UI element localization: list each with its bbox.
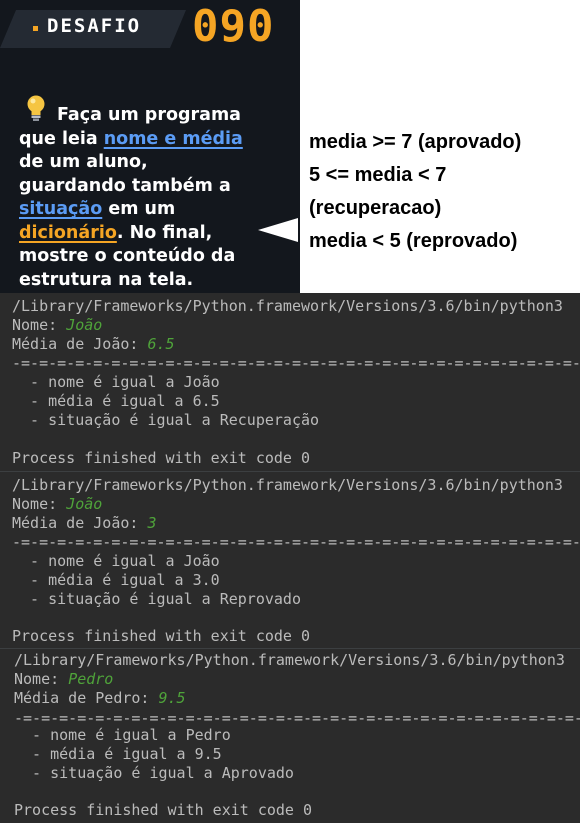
grade-rules: media >= 7 (aprovado) 5 <= media < 7 (re… (309, 126, 521, 258)
name-prompt-line: Nome: Pedro (14, 670, 113, 689)
challenge-card: DESAFIO 090 Faça um programa que leia no… (0, 0, 300, 293)
rule-recovery: 5 <= media < 7 (309, 164, 447, 186)
desc-line-8: estrutura na tela. (19, 269, 194, 290)
interpreter-path: /Library/Frameworks/Python.framework/Ver… (14, 651, 565, 669)
output-name: - nome é igual a João (12, 552, 220, 570)
desc-line-7: mostre o conteúdo da (19, 246, 236, 266)
terminal-output-3: /Library/Frameworks/Python.framework/Ver… (0, 648, 580, 823)
name-input: João (66, 495, 103, 513)
output-grade: - média é igual a 9.5 (14, 745, 222, 763)
highlight-nome-media: nome e média (103, 128, 243, 149)
separator-line: -=-=-=-=-=-=-=-=-=-=-=-=-=-=-=-=-=-=-=-=… (12, 533, 580, 551)
rule-recovery-label: (recuperacao) (309, 197, 442, 219)
desc-line-4: guardando também a (19, 175, 231, 196)
name-prompt: Nome: (12, 495, 67, 513)
separator-line: -=-=-=-=-=-=-=-=-=-=-=-=-=-=-=-=-=-=-=-=… (12, 354, 580, 372)
highlight-dicionario: dicionário (19, 222, 117, 243)
grade-input: 6.5 (147, 335, 175, 353)
grade-prompt-line: Média de João: 6.5 (12, 335, 175, 354)
output-status: - situação é igual a Recuperação (12, 411, 320, 429)
grade-input: 3 (147, 514, 157, 532)
grade-prompt: Média de Pedro: (14, 689, 159, 707)
output-status: - situação é igual a Reprovado (12, 590, 301, 608)
name-input: Pedro (68, 670, 114, 688)
exit-message: Process finished with exit code 0 (12, 449, 311, 467)
highlight-situacao: situação (19, 199, 103, 219)
grade-prompt-line: Média de João: 3 (12, 514, 157, 533)
name-prompt-line: Nome: João (12, 316, 102, 335)
desc-line-5: situação em um (19, 198, 299, 222)
rule-failed: media < 5 (reprovado) (309, 230, 518, 252)
output-name: - nome é igual a João (12, 373, 220, 391)
tag-bullet (33, 26, 38, 31)
name-prompt-line: Nome: João (12, 495, 102, 514)
challenge-tag-label: DESAFIO (47, 15, 142, 37)
interpreter-path: /Library/Frameworks/Python.framework/Ver… (12, 476, 563, 494)
challenge-description: Faça um programa que leia nome e média d… (19, 104, 299, 292)
desc-text: . No final, (116, 222, 213, 243)
desc-line-1: Faça um programa (57, 105, 241, 125)
grade-prompt: Média de João: (12, 514, 148, 532)
grade-prompt: Média de João: (12, 335, 148, 353)
speech-pointer (258, 218, 298, 242)
output-grade: - média é igual a 6.5 (12, 392, 220, 410)
output-status: - situação é igual a Aprovado (14, 764, 294, 782)
desc-line-2: que leia nome e média (19, 128, 299, 152)
desc-line-6: dicionário. No final, (19, 222, 299, 246)
name-input: João (66, 316, 103, 334)
challenge-number: 090 (192, 1, 275, 52)
terminal-output-2: /Library/Frameworks/Python.framework/Ver… (0, 471, 580, 648)
exit-message: Process finished with exit code 0 (14, 801, 313, 819)
exit-message: Process finished with exit code 0 (12, 627, 311, 645)
terminal-output-1: /Library/Frameworks/Python.framework/Ver… (0, 293, 580, 471)
grade-prompt-line: Média de Pedro: 9.5 (14, 689, 186, 708)
interpreter-path: /Library/Frameworks/Python.framework/Ver… (12, 297, 563, 315)
desc-text: que leia (19, 128, 104, 149)
desc-text: em um (102, 199, 176, 219)
output-name: - nome é igual a Pedro (14, 726, 231, 744)
name-prompt: Nome: (14, 670, 69, 688)
rule-approved: media >= 7 (aprovado) (309, 131, 522, 153)
grade-input: 9.5 (158, 689, 186, 707)
output-grade: - média é igual a 3.0 (12, 571, 220, 589)
desc-line-3: de um aluno, (19, 152, 148, 172)
name-prompt: Nome: (12, 316, 67, 334)
